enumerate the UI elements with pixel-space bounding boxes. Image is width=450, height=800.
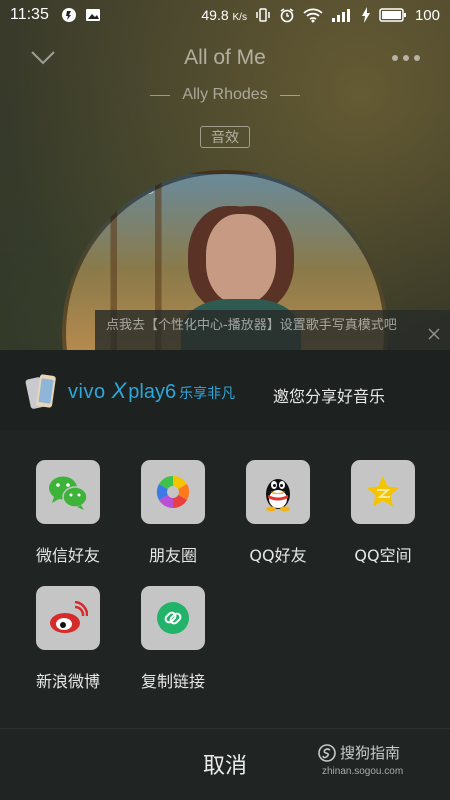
link-icon [157,602,189,634]
share-icon-box [141,460,205,524]
divider [279,94,300,96]
chevron-down-icon[interactable] [30,48,56,68]
share-icon-box [351,460,415,524]
watermark-name: 搜狗指南 [340,744,401,762]
artist-row: Ally Rhodes [0,86,450,104]
share-banner: vivo X play6 乐享非凡 邀您分享好音乐 [0,350,450,430]
status-bar: 11:35 49.8 K/s 100 [0,0,450,30]
signal-icon [331,9,350,22]
phone-image [25,374,56,409]
share-label: QQ空间 [354,546,412,565]
share-weibo[interactable]: 新浪微博 [18,586,118,696]
wifi-icon [303,8,323,23]
share-qzone[interactable]: QQ空间 [333,460,433,570]
alarm-icon [280,8,294,23]
weibo-icon [50,601,88,633]
watermark-url: zhinan.sogou.com [322,766,404,777]
share-icon-box [141,586,205,650]
portrait-mode-tip[interactable]: 点我去【个性化中心-播放器】设置歌手写真模式吧 [95,310,450,352]
share-sheet: vivo X play6 乐享非凡 邀您分享好音乐 微信好友 朋友圈 QQ好友 … [0,350,450,800]
share-icon-box [36,586,100,650]
charging-icon [361,7,370,23]
album-art-caption: LES [126,182,156,198]
share-label: 微信好友 [35,546,100,565]
share-label: QQ好友 [249,546,307,565]
share-label: 朋友圈 [148,546,197,565]
artist-name[interactable]: Ally Rhodes [182,86,267,104]
share-icon-box [36,460,100,524]
song-title: All of Me [184,46,266,69]
divider [0,728,450,729]
share-icon-box [246,460,310,524]
status-time: 11:35 [10,6,49,23]
share-label: 复制链接 [140,672,205,691]
battery-icon [379,8,406,22]
moments-icon [156,475,190,509]
tip-text: 点我去【个性化中心-播放器】设置歌手写真模式吧 [106,318,397,333]
share-label: 新浪微博 [35,672,100,691]
share-moments[interactable]: 朋友圈 [123,460,223,570]
qzone-icon [367,476,399,507]
battery-level: 100 [414,6,440,24]
divider [150,94,171,96]
sogou-logo-icon [318,743,336,762]
wechat-icon [49,476,88,510]
vibrate-icon [256,8,270,22]
player-header: All of Me [0,38,450,78]
more-options-icon[interactable] [392,55,420,61]
brand-logo: vivo X play6 乐享非凡 [68,378,236,403]
sound-effect-button[interactable]: 音效 [200,126,250,148]
share-wechat-friends[interactable]: 微信好友 [18,460,118,570]
cancel-button[interactable]: 取消 [150,740,300,788]
net-speed: 49.8 K/s [201,7,247,23]
close-icon[interactable] [428,328,440,340]
share-qq-friends[interactable]: QQ好友 [228,460,328,570]
gallery-icon [85,9,100,21]
qq-icon [266,479,290,512]
album-art-face [206,214,276,304]
share-copy-link[interactable]: 复制链接 [123,586,223,696]
sogou-watermark: 搜狗指南 zhinan.sogou.com [318,742,428,782]
notification-icon [61,8,76,22]
banner-invite-text: 邀您分享好音乐 [273,387,386,406]
